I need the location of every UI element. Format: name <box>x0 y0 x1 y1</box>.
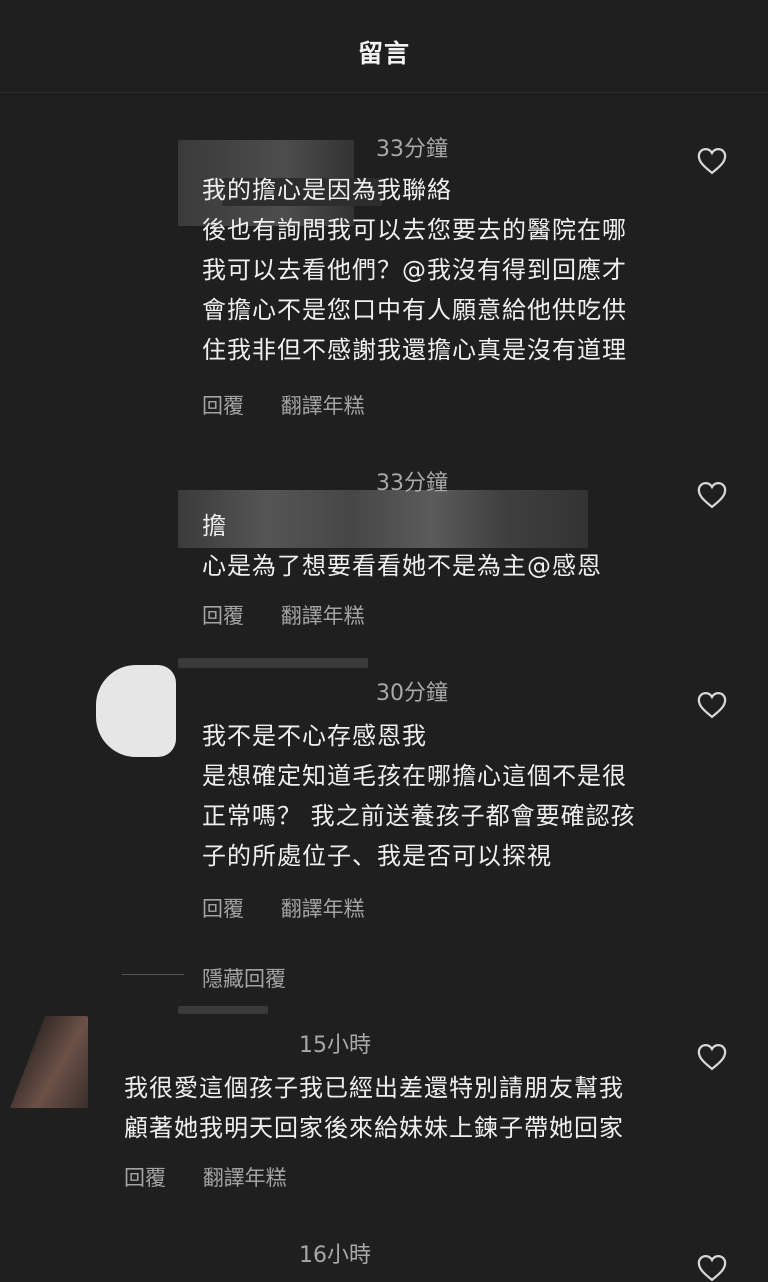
comment-text: 我的擔心是因為我聯絡 後也有詢問我可以去您要去的醫院在哪 我可以去看他們？@我沒… <box>202 176 627 364</box>
reply-button[interactable]: 回覆 <box>202 604 244 628</box>
heart-outline-icon[interactable] <box>697 691 727 719</box>
comment-actions: 回覆 翻譯年糕 <box>202 600 395 630</box>
comment-actions: 回覆 翻譯年糕 <box>202 893 395 923</box>
avatar <box>96 665 176 757</box>
comment-actions: 回覆 翻譯年糕 <box>124 1162 317 1192</box>
redacted-username <box>178 1006 268 1014</box>
comment-timestamp: 33分鐘 <box>376 137 448 162</box>
comment-text: 擔 心是為了想要看看她不是為主@感恩 <box>202 512 602 580</box>
heart-outline-icon[interactable] <box>697 1043 727 1071</box>
comment-text: 我不是不心存感恩我 是想確定知道毛孩在哪擔心這個不是很 正常嗎？ 我之前送養孩子… <box>202 722 636 870</box>
page-title: 留言 <box>357 39 410 68</box>
redacted-username <box>178 658 368 668</box>
comment-timestamp: 33分鐘 <box>376 471 448 496</box>
comment-actions: 回覆 翻譯年糕 <box>202 390 395 420</box>
heart-outline-icon[interactable] <box>697 1254 727 1282</box>
translate-button[interactable]: 翻譯年糕 <box>281 394 365 418</box>
reply-button[interactable]: 回覆 <box>124 1166 166 1190</box>
divider <box>122 974 184 975</box>
translate-button[interactable]: 翻譯年糕 <box>281 897 365 921</box>
reply-button[interactable]: 回覆 <box>202 897 244 921</box>
comment-timestamp: 16小時 <box>299 1243 371 1268</box>
avatar <box>10 1016 88 1108</box>
reply-button[interactable]: 回覆 <box>202 394 244 418</box>
heart-outline-icon[interactable] <box>697 147 727 175</box>
comments-header: 留言 <box>0 0 768 93</box>
translate-button[interactable]: 翻譯年糕 <box>203 1166 287 1190</box>
comment-timestamp: 30分鐘 <box>376 681 448 706</box>
hide-replies-label[interactable]: 隱藏回覆 <box>202 963 286 993</box>
comment-timestamp: 15小時 <box>299 1033 371 1058</box>
translate-button[interactable]: 翻譯年糕 <box>281 604 365 628</box>
heart-outline-icon[interactable] <box>697 481 727 509</box>
comment-text: 我很愛這個孩子我已經出差還特別請朋友幫我 顧著她我明天回家後來給妹妹上鍊子帶她回… <box>124 1074 624 1142</box>
